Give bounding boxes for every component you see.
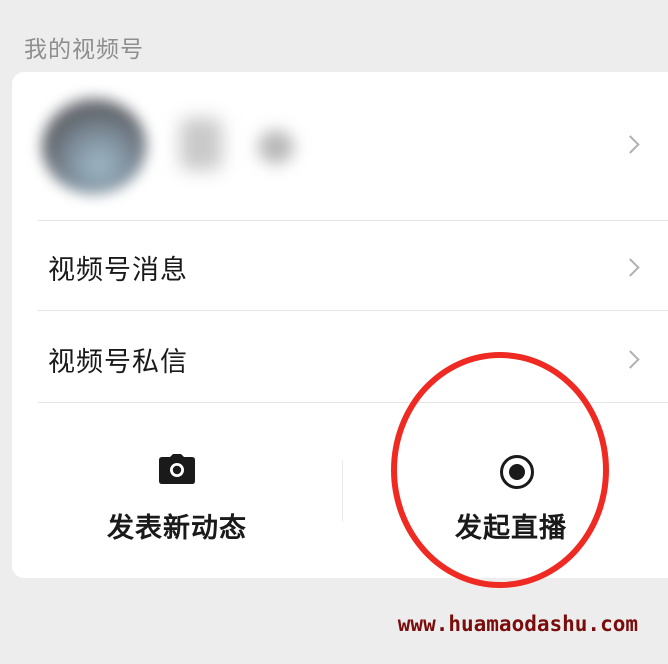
channels-card: 视频号消息 视频号私信 发表新动态 发起直播 xyxy=(12,72,668,578)
watermark-url: www.huamaodashu.com xyxy=(397,612,638,636)
chevron-right-icon xyxy=(621,135,640,154)
menu-item-label: 视频号私信 xyxy=(48,347,188,378)
divider xyxy=(38,220,668,221)
chevron-right-icon xyxy=(621,350,640,369)
section-title: 我的视频号 xyxy=(24,37,144,63)
menu-item-private-messages[interactable]: 视频号私信 xyxy=(12,314,668,404)
blurred-profile-name xyxy=(172,116,312,176)
profile-row[interactable] xyxy=(12,72,668,220)
post-new-moment-button[interactable]: 发表新动态 xyxy=(12,402,342,578)
avatar xyxy=(42,98,146,194)
live-record-icon xyxy=(500,455,534,489)
menu-item-messages[interactable]: 视频号消息 xyxy=(12,222,668,312)
post-new-moment-label: 发表新动态 xyxy=(107,513,247,544)
chevron-right-icon xyxy=(621,258,640,277)
camera-icon xyxy=(159,454,195,484)
start-live-button[interactable]: 发起直播 xyxy=(342,402,668,578)
menu-item-label: 视频号消息 xyxy=(48,255,188,286)
divider xyxy=(38,310,668,311)
start-live-label: 发起直播 xyxy=(455,513,567,544)
